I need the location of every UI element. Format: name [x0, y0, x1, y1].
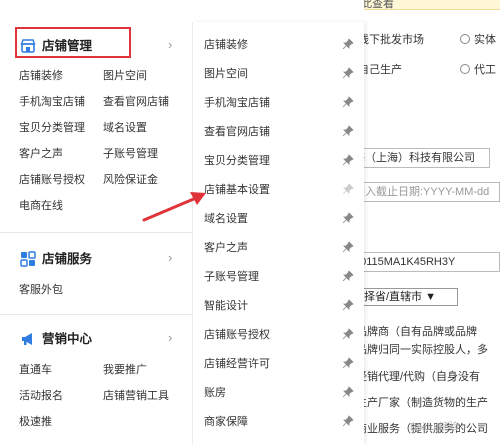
pin-icon[interactable]: [342, 241, 354, 253]
pin-icon[interactable]: [342, 386, 354, 398]
store-management-flyout: 店铺装修 图片空间 手机淘宝店铺 查看官网店铺 宝贝分类管理 店铺基本设置 域名…: [192, 22, 364, 444]
service-links: 客服外包: [19, 282, 189, 308]
link-account-authorization[interactable]: 店铺账号授权: [19, 172, 103, 198]
radio-oem[interactable]: [460, 64, 470, 74]
pin-icon[interactable]: [342, 183, 354, 195]
province-select[interactable]: 选择省/直辖市 ▼: [364, 288, 458, 306]
submenu-item[interactable]: 商家保障: [193, 407, 365, 436]
submenu-item-label[interactable]: 宝贝分类管理: [204, 154, 270, 168]
chevron-right-icon: ›: [168, 37, 173, 52]
link-mobile-store[interactable]: 手机淘宝店铺: [19, 94, 103, 120]
marketing-link-row: 极速推: [19, 414, 189, 440]
type-option-factory[interactable]: 生产厂家（制造货物的生产: [364, 396, 488, 410]
submenu-item[interactable]: 客户之声: [193, 233, 365, 262]
section-divider: [0, 314, 192, 315]
marketing-link-row: 直通车 我要推广: [19, 362, 189, 388]
store-link-row: 店铺装修 图片空间: [19, 68, 189, 94]
pin-icon[interactable]: [342, 154, 354, 166]
marketing-links: 直通车 我要推广 活动报名 店铺营销工具 极速推: [19, 362, 189, 440]
submenu-item[interactable]: 查看官网店铺: [193, 117, 365, 146]
pin-icon[interactable]: [342, 299, 354, 311]
link-view-official-store[interactable]: 查看官网店铺: [103, 94, 189, 120]
pin-icon[interactable]: [342, 270, 354, 282]
service-link-row: 客服外包: [19, 282, 189, 308]
submenu-item[interactable]: 子账号管理: [193, 262, 365, 291]
credit-code-input[interactable]: 10115MA1K45RH3Y: [364, 252, 500, 272]
submenu-item[interactable]: 图片空间: [193, 59, 365, 88]
background-form: 点此查看 线下批发市场 实体 自己生产 代工 海（上海）科技有限公司 输入截止日…: [364, 0, 500, 444]
link-promote[interactable]: 我要推广: [103, 362, 189, 388]
submenu-item-label[interactable]: 手机淘宝店铺: [204, 96, 270, 110]
pin-icon[interactable]: [342, 328, 354, 340]
grid-icon: [20, 251, 36, 267]
link-through-train[interactable]: 直通车: [19, 362, 103, 388]
submenu-item-label[interactable]: 店铺经营许可: [204, 357, 270, 371]
link-express-promotion[interactable]: 极速推: [19, 414, 103, 440]
section-title-marketing: 营销中心: [42, 332, 93, 346]
section-divider: [0, 232, 192, 233]
link-customer-service-outsourcing[interactable]: 客服外包: [19, 282, 103, 308]
type-option-brand-note: 品牌归同一实际控股人，多: [364, 344, 488, 356]
pin-icon[interactable]: [342, 357, 354, 369]
store-link-row: 客户之声 子账号管理: [19, 146, 189, 172]
chevron-right-icon: ›: [168, 250, 173, 265]
submenu-item[interactable]: 店铺账号授权: [193, 320, 365, 349]
pin-icon[interactable]: [342, 38, 354, 50]
section-store-services[interactable]: 店铺服务 ›: [0, 244, 192, 274]
radio-label-physical[interactable]: 实体: [474, 33, 496, 47]
notice-banner[interactable]: 点此查看: [364, 0, 500, 10]
submenu-item-label[interactable]: 店铺装修: [204, 38, 248, 52]
radio-label-wholesale[interactable]: 线下批发市场: [364, 33, 424, 47]
link-event-signup[interactable]: 活动报名: [19, 388, 103, 414]
link-ecommerce-online[interactable]: 电商在线: [19, 198, 103, 224]
link-category-management[interactable]: 宝贝分类管理: [19, 120, 103, 146]
pin-icon[interactable]: [342, 125, 354, 137]
type-option-agent[interactable]: 经销代理/代购（自身没有: [364, 370, 480, 384]
radio-physical[interactable]: [460, 34, 470, 44]
submenu-item-label[interactable]: 店铺账号授权: [204, 328, 270, 342]
radio-label-oem[interactable]: 代工: [474, 63, 496, 77]
submenu-item-label[interactable]: 查看官网店铺: [204, 125, 270, 139]
store-link-row: 宝贝分类管理 域名设置: [19, 120, 189, 146]
radio-label-self-produce[interactable]: 自己生产: [364, 63, 402, 77]
chevron-right-icon: ›: [168, 330, 173, 345]
pin-icon[interactable]: [342, 212, 354, 224]
notice-banner-text[interactable]: 点此查看: [364, 0, 394, 11]
submenu-item-label[interactable]: 商家保障: [204, 415, 248, 429]
annotation-arrow-icon: [142, 192, 206, 222]
section-title-services: 店铺服务: [42, 252, 93, 266]
company-name-input[interactable]: 海（上海）科技有限公司: [364, 148, 490, 168]
submenu-item-store-basic-settings[interactable]: 店铺基本设置: [193, 175, 365, 204]
megaphone-icon: [22, 333, 32, 345]
expiry-date-input[interactable]: 输入截止日期:YYYY-MM-dd: [364, 182, 500, 202]
submenu-item-label[interactable]: 子账号管理: [204, 270, 259, 284]
watermark: Baidu 经验: [410, 422, 459, 433]
submenu-item[interactable]: 智能设计: [193, 291, 365, 320]
submenu-item-label[interactable]: 客户之声: [204, 241, 248, 255]
submenu-item[interactable]: 宝贝分类管理: [193, 146, 365, 175]
submenu-item-label[interactable]: 账房: [204, 386, 226, 400]
submenu-item[interactable]: 域名设置: [193, 204, 365, 233]
submenu-item[interactable]: 店铺经营许可: [193, 349, 365, 378]
pin-icon[interactable]: [342, 415, 354, 427]
section-marketing-center[interactable]: 营销中心 ›: [0, 324, 192, 354]
link-image-space[interactable]: 图片空间: [103, 68, 189, 94]
link-sub-account[interactable]: 子账号管理: [103, 146, 189, 172]
submenu-item-label[interactable]: 智能设计: [204, 299, 248, 313]
marketing-link-row: 活动报名 店铺营销工具: [19, 388, 189, 414]
highlight-annotation-box: [15, 27, 131, 58]
link-marketing-tools[interactable]: 店铺营销工具: [103, 388, 189, 414]
link-store-decoration[interactable]: 店铺装修: [19, 68, 103, 94]
submenu-item[interactable]: 账房: [193, 378, 365, 407]
link-domain-settings[interactable]: 域名设置: [103, 120, 189, 146]
submenu-item[interactable]: 店铺装修: [193, 30, 365, 59]
type-option-brand[interactable]: 品牌商（自有品牌或品牌: [364, 325, 477, 339]
submenu-item-label[interactable]: 图片空间: [204, 67, 248, 81]
submenu-item[interactable]: 手机淘宝店铺: [193, 88, 365, 117]
pin-icon[interactable]: [342, 96, 354, 108]
submenu-item-label[interactable]: 店铺基本设置: [204, 183, 270, 197]
link-customer-voice[interactable]: 客户之声: [19, 146, 103, 172]
store-link-row: 手机淘宝店铺 查看官网店铺: [19, 94, 189, 120]
pin-icon[interactable]: [342, 67, 354, 79]
